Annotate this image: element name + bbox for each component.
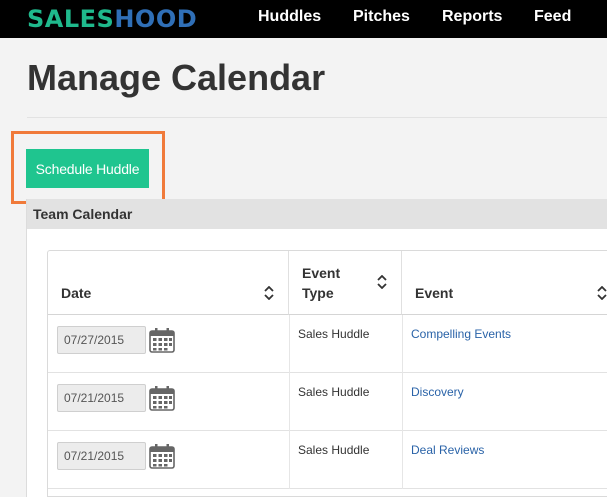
- column-header-event[interactable]: Event: [402, 251, 607, 315]
- date-input[interactable]: [57, 384, 146, 412]
- cell-divider: [289, 315, 290, 373]
- schedule-huddle-button[interactable]: Schedule Huddle: [26, 149, 149, 188]
- date-input[interactable]: [57, 442, 146, 470]
- cell-divider: [402, 431, 403, 489]
- panel-header: Team Calendar: [27, 199, 607, 229]
- nav-reports[interactable]: Reports: [442, 8, 502, 26]
- cell-divider: [289, 373, 290, 431]
- column-header-event-type[interactable]: Event Type: [289, 251, 402, 315]
- table-row: Sales Huddle Compelling Events: [48, 315, 607, 373]
- nav-pitches[interactable]: Pitches: [353, 8, 410, 26]
- cell-divider: [402, 315, 403, 373]
- event-link[interactable]: Discovery: [411, 385, 464, 399]
- column-label-date: Date: [61, 285, 92, 301]
- event-link[interactable]: Compelling Events: [411, 327, 511, 341]
- sort-icon[interactable]: [597, 286, 607, 300]
- saleshood-logo[interactable]: SALESHOOD: [27, 5, 197, 33]
- nav-huddles[interactable]: Huddles: [258, 8, 321, 26]
- panel-title: Team Calendar: [33, 206, 133, 222]
- logo-sales: SALES: [27, 5, 115, 33]
- calendar-icon[interactable]: [149, 443, 175, 469]
- column-label-event: Event: [415, 285, 454, 301]
- calendar-table: Date Event Type Event 07/27/2015 Sales H…: [47, 250, 607, 497]
- team-calendar-panel: Team Calendar Date Event Type Event 07/2…: [26, 199, 607, 497]
- calendar-icon[interactable]: [149, 327, 175, 353]
- sort-icon[interactable]: [264, 286, 274, 300]
- event-type: Sales Huddle: [298, 385, 370, 399]
- table-row: Sales Huddle Discovery: [48, 373, 607, 431]
- date-input[interactable]: [57, 326, 146, 354]
- title-divider: [27, 117, 607, 118]
- sort-icon[interactable]: [377, 275, 387, 289]
- column-header-date[interactable]: Date: [48, 251, 289, 315]
- calendar-icon[interactable]: [149, 385, 175, 411]
- event-link[interactable]: Deal Reviews: [411, 443, 484, 457]
- event-type: Sales Huddle: [298, 443, 370, 457]
- cell-divider: [289, 431, 290, 489]
- page-title: Manage Calendar: [27, 57, 326, 98]
- table-row: Sales Huddle Deal Reviews: [48, 431, 607, 489]
- event-type: Sales Huddle: [298, 327, 370, 341]
- nav-feed[interactable]: Feed: [534, 8, 571, 26]
- top-navbar: SALESHOOD Huddles Pitches Reports Feed: [0, 0, 607, 38]
- logo-hood: HOOD: [114, 5, 198, 33]
- column-label-event-type: Event Type: [302, 265, 341, 301]
- cell-divider: [402, 373, 403, 431]
